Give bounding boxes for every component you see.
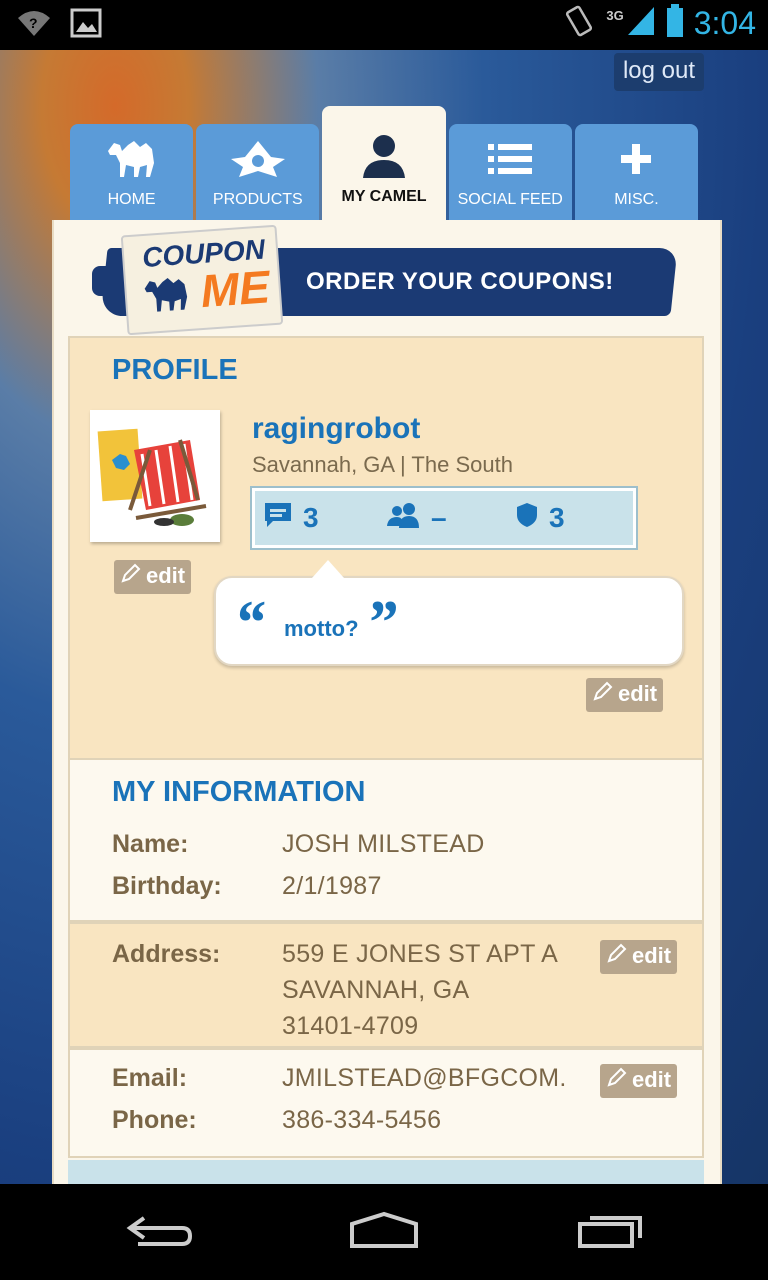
- friends-count: –: [431, 502, 447, 533]
- phone-value: 386-334-5456: [282, 1106, 442, 1134]
- recent-apps-icon: [574, 1210, 646, 1255]
- image-notification-icon: [70, 8, 102, 43]
- motto-text: motto?: [284, 616, 359, 641]
- battery-icon: [666, 4, 684, 43]
- ornament-icon: [229, 139, 287, 184]
- avatar[interactable]: [90, 410, 220, 542]
- tab-home-label: HOME: [107, 191, 156, 208]
- username: ragingrobot: [252, 412, 421, 445]
- shield-icon: [515, 501, 539, 536]
- content-panel: COUPON ME ORDER YOUR COUPONS! PROFILE ed…: [52, 220, 722, 1184]
- camel-icon: [136, 272, 199, 321]
- tab-home[interactable]: HOME: [70, 124, 194, 220]
- back-button[interactable]: [120, 1212, 200, 1252]
- logout-button[interactable]: log out: [613, 53, 704, 91]
- info-title: MY INFORMATION: [112, 776, 366, 808]
- info-address-block: Address: 559 E JONES ST APT A SAVANNAH, …: [68, 922, 704, 1048]
- address-line-3: 31401-4709: [282, 1012, 419, 1040]
- profile-title: PROFILE: [112, 354, 238, 386]
- address-edit-button[interactable]: edit: [600, 940, 678, 974]
- info-basic-block: MY INFORMATION Name: JOSH MILSTEAD Birth…: [68, 760, 704, 922]
- tab-my-camel[interactable]: MY CAMEL: [322, 106, 446, 220]
- name-label: Name:: [112, 830, 189, 858]
- tab-products[interactable]: PRODUCTS: [196, 124, 320, 220]
- list-icon: [488, 142, 533, 181]
- address-line-2: SAVANNAH, GA: [282, 976, 470, 1004]
- info-contact-block: Email: JMILSTEAD@BFGCOM. Phone: 386-334-…: [68, 1048, 704, 1158]
- camel-icon: [104, 137, 160, 186]
- tab-products-label: PRODUCTS: [212, 191, 303, 208]
- plus-icon: [619, 142, 653, 181]
- edit-label: edit: [632, 1067, 672, 1092]
- logo-me-text: ME: [198, 260, 272, 318]
- motto-edit-button[interactable]: edit: [586, 678, 664, 712]
- pencil-icon: [606, 1066, 628, 1094]
- location: Savannah, GA | The South: [252, 452, 513, 477]
- tab-misc[interactable]: MISC.: [574, 124, 699, 220]
- status-bar: ? 3G 3:04: [0, 0, 768, 50]
- home-button[interactable]: [344, 1210, 424, 1255]
- avatar-edit-button[interactable]: edit: [114, 560, 192, 594]
- pencil-icon: [592, 680, 614, 708]
- coupon-banner[interactable]: COUPON ME ORDER YOUR COUPONS!: [92, 224, 684, 336]
- motto-bubble[interactable]: “ motto? ”: [214, 560, 684, 666]
- app-area: log out HOME PRODUCTS MY CAMEL SOCIAL FE…: [0, 50, 768, 1184]
- back-arrow-icon: [124, 1212, 196, 1253]
- wifi-question-icon: ?: [16, 8, 52, 43]
- stats-bar: 3 – 3: [250, 486, 638, 550]
- comment-icon: [263, 501, 293, 536]
- stat-messages[interactable]: 3: [263, 501, 319, 536]
- edit-label: edit: [146, 563, 186, 588]
- signal-icon: [626, 5, 656, 42]
- my-information-section: MY INFORMATION Name: JOSH MILSTEAD Birth…: [68, 760, 704, 1160]
- messages-count: 3: [303, 502, 319, 533]
- contact-edit-button[interactable]: edit: [600, 1064, 678, 1098]
- close-quote-icon: ”: [366, 589, 397, 657]
- tab-my-camel-label: MY CAMEL: [341, 188, 427, 205]
- home-nav-icon: [346, 1210, 422, 1255]
- badges-count: 3: [549, 502, 565, 533]
- pencil-icon: [606, 942, 628, 970]
- name-value: JOSH MILSTEAD: [282, 830, 485, 858]
- next-section-strip: [68, 1160, 704, 1184]
- edit-label: edit: [618, 681, 658, 706]
- tab-bar: HOME PRODUCTS MY CAMEL SOCIAL FEED MISC.: [70, 106, 699, 220]
- vibrate-icon: [562, 4, 596, 43]
- profile-section: PROFILE edit ragingrobot Savannah, GA | …: [68, 336, 704, 760]
- order-coupons-text: ORDER YOUR COUPONS!: [306, 268, 614, 295]
- tab-social-feed[interactable]: SOCIAL FEED: [448, 124, 572, 220]
- email-value: JMILSTEAD@BFGCOM.: [282, 1064, 567, 1092]
- birthday-label: Birthday:: [112, 872, 222, 900]
- tab-social-feed-label: SOCIAL FEED: [457, 191, 563, 208]
- phone-label: Phone:: [112, 1106, 197, 1134]
- svg-text:?: ?: [29, 15, 38, 31]
- tab-misc-label: MISC.: [614, 191, 659, 208]
- navigation-bar: [0, 1184, 768, 1280]
- address-label: Address:: [112, 940, 221, 968]
- edit-label: edit: [632, 943, 672, 968]
- network-type: 3G: [606, 8, 624, 23]
- person-icon: [359, 132, 409, 183]
- stat-badges[interactable]: 3: [515, 501, 565, 536]
- bubble-tail: [312, 560, 344, 578]
- email-label: Email:: [112, 1064, 188, 1092]
- birthday-value: 2/1/1987: [282, 872, 382, 900]
- stat-friends[interactable]: –: [387, 502, 447, 535]
- clock: 3:04: [693, 5, 756, 41]
- coupon-me-logo: COUPON ME: [120, 224, 284, 336]
- address-line-1: 559 E JONES ST APT A: [282, 940, 559, 968]
- recent-apps-button[interactable]: [570, 1212, 650, 1252]
- open-quote-icon: “: [234, 589, 265, 657]
- pencil-icon: [120, 562, 142, 590]
- friends-icon: [387, 502, 421, 535]
